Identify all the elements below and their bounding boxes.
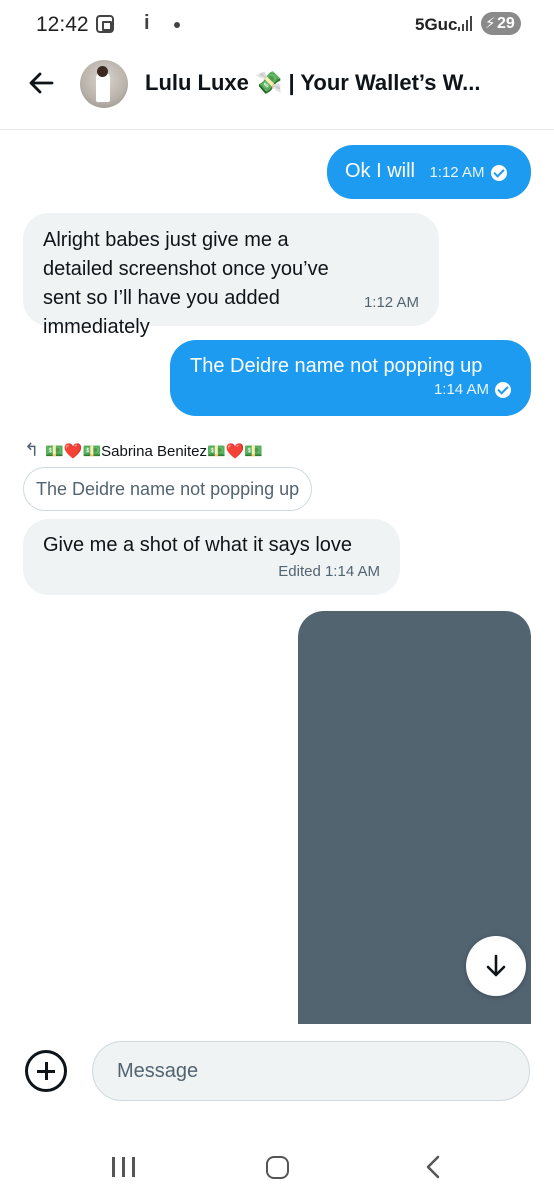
message-text: The Deidre name not popping up (190, 355, 483, 377)
scroll-to-bottom-button[interactable] (466, 936, 526, 996)
message-time: 1:14 AM (433, 381, 489, 398)
composer: Message (0, 1024, 554, 1124)
quoted-message[interactable]: The Deidre name not popping up (23, 467, 313, 511)
message-bubble-outgoing[interactable]: Ok I will 1:12 AM (327, 145, 531, 199)
message-bubble-outgoing[interactable]: The Deidre name not popping up 1:14 AM (170, 340, 531, 416)
message-meta: 1:12 AM (429, 164, 507, 181)
avatar[interactable] (80, 60, 128, 108)
message-text: Ok I will (345, 160, 415, 182)
battery-level: 29 (497, 15, 515, 32)
info-icon: i (144, 12, 150, 34)
add-media-button[interactable] (25, 1050, 67, 1092)
notification-dot-icon (174, 22, 180, 28)
arrow-down-icon (486, 954, 506, 977)
message-bubble-incoming[interactable]: Alright babes just give me a detailed sc… (23, 213, 439, 338)
recent-apps-icon[interactable] (112, 1157, 136, 1177)
conversation-header: Lulu Luxe 💸 | Your Wallet’s W... (0, 50, 554, 130)
message-time: 1:12 AM (429, 164, 485, 181)
message-text: Give me a shot of what it says love (43, 534, 353, 556)
reply-arrow-icon: ↰ (24, 440, 40, 460)
message-bubble-incoming[interactable]: Give me a shot of what it says love Edit… (23, 519, 400, 595)
message-text: Alright babes just give me a detailed sc… (43, 229, 329, 338)
seen-check-icon (490, 164, 507, 181)
conversation-title[interactable]: Lulu Luxe 💸 | Your Wallet’s W... (145, 70, 525, 96)
status-bar: 12:42 i 5Guc ⚡ 29 (0, 0, 554, 50)
system-back-icon[interactable] (426, 1155, 440, 1179)
back-arrow-icon[interactable] (26, 68, 56, 98)
network-label: 5Guc (415, 15, 458, 34)
battery-icon: ⚡ 29 (481, 12, 521, 35)
message-meta: 1:14 AM (434, 381, 511, 398)
system-nav-bar (0, 1135, 554, 1200)
home-icon[interactable] (266, 1156, 289, 1179)
screenshot-icon (96, 15, 114, 33)
reply-context: ↰ 💵❤️💵Sabrina Benitez💵❤️💵 (24, 440, 263, 461)
message-input[interactable]: Message (92, 1041, 530, 1101)
status-time: 12:42 (36, 13, 89, 36)
message-time: Edited 1:14 AM (278, 563, 380, 580)
reply-author: 💵❤️💵Sabrina Benitez💵❤️💵 (45, 442, 264, 460)
message-time: 1:12 AM (363, 294, 419, 311)
signal-icon (458, 15, 474, 31)
seen-check-icon (495, 381, 511, 398)
